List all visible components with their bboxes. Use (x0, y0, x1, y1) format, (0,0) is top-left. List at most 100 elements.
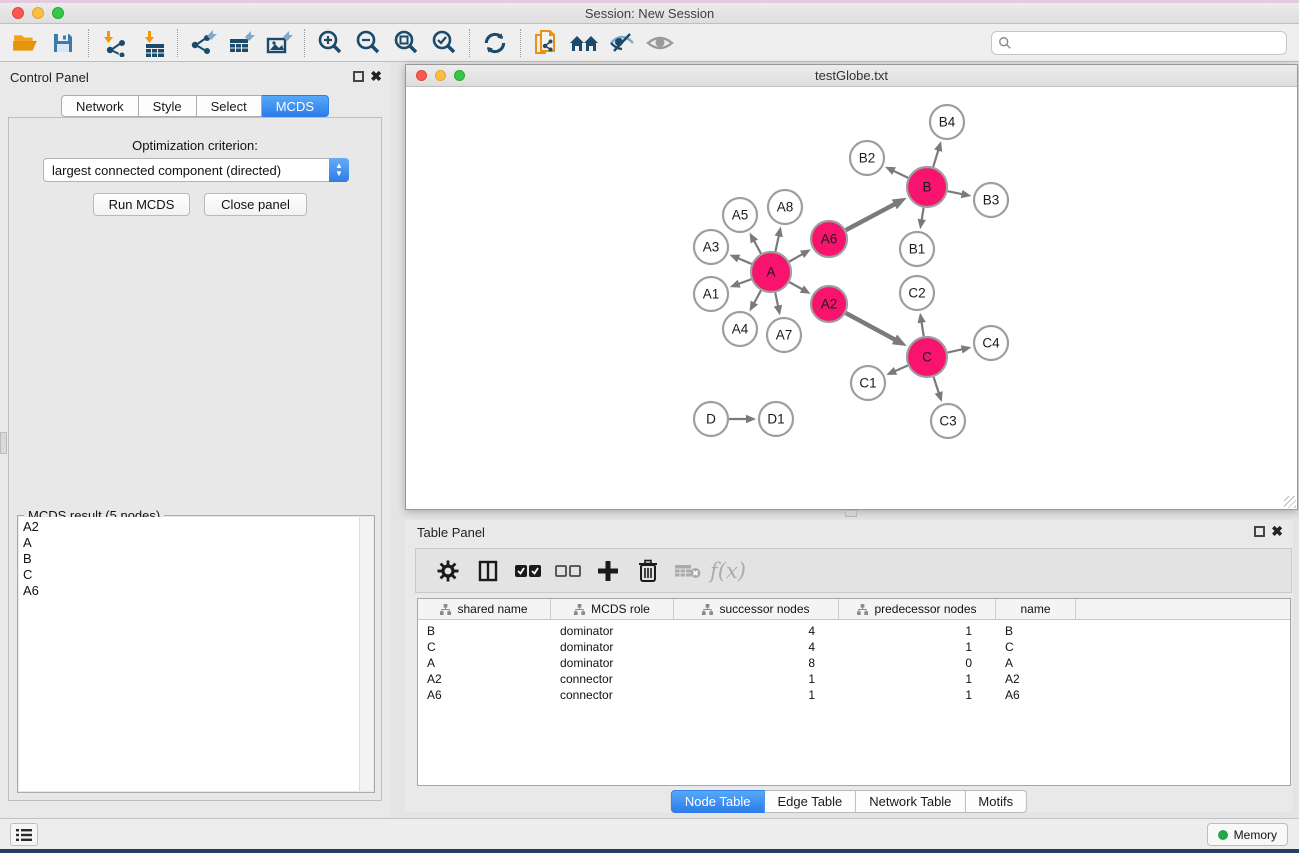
result-item[interactable]: C (23, 567, 361, 583)
show-panels-button[interactable] (641, 27, 679, 59)
task-history-button[interactable] (10, 823, 38, 846)
hierarchy-icon (702, 604, 713, 615)
table-settings-button[interactable] (428, 553, 468, 589)
refresh-button[interactable] (476, 27, 514, 59)
export-image-button[interactable] (260, 27, 298, 59)
add-column-button[interactable] (588, 553, 628, 589)
tab-mcds[interactable]: MCDS (262, 95, 329, 117)
tab-node-table[interactable]: Node Table (671, 790, 765, 813)
tab-network-table[interactable]: Network Table (856, 790, 965, 813)
close-panel-button[interactable]: Close panel (204, 193, 307, 216)
table-panel-tabs: Node Table Edge Table Network Table Moti… (671, 790, 1027, 813)
cell-predecessor-nodes: 1 (839, 688, 996, 702)
table-row[interactable]: A6 connector 1 1 A6 (418, 687, 1290, 703)
selected-option: largest connected component (directed) (44, 163, 329, 178)
table-row[interactable]: A dominator 8 0 A (418, 655, 1290, 671)
import-table-button[interactable] (133, 27, 171, 59)
run-mcds-button[interactable]: Run MCDS (93, 193, 190, 216)
close-panel-icon[interactable]: ✖ (1271, 523, 1283, 540)
export-table-button[interactable] (222, 27, 260, 59)
result-item[interactable]: A6 (23, 583, 361, 599)
result-item[interactable]: B (23, 551, 361, 567)
zoom-in-icon (316, 29, 344, 57)
graph-node-label: A2 (821, 297, 838, 312)
horizontal-splitter-handle[interactable] (845, 510, 857, 517)
graph-node-label: A7 (776, 328, 793, 343)
tab-network[interactable]: Network (61, 95, 139, 117)
network-window-titlebar[interactable]: testGlobe.txt (406, 65, 1297, 87)
tab-edge-table[interactable]: Edge Table (764, 790, 856, 813)
mcds-result-list[interactable]: A2 A B C A6 (19, 517, 361, 791)
cell-successor-nodes: 1 (674, 688, 839, 702)
tab-motifs[interactable]: Motifs (965, 790, 1027, 813)
column-header-mcds-role[interactable]: MCDS role (551, 599, 674, 619)
function-builder-button[interactable]: f(x) (708, 553, 748, 589)
clone-network-button[interactable] (527, 27, 565, 59)
delete-column-button[interactable] (628, 553, 668, 589)
arrowhead-icon (774, 305, 782, 316)
arrowhead-icon (730, 280, 741, 288)
optimization-criterion-select[interactable]: largest connected component (directed) ▲… (43, 158, 349, 182)
close-panel-icon[interactable]: ✖ (370, 68, 382, 85)
app-title: Session: New Session (0, 6, 1299, 21)
home-button[interactable] (565, 27, 603, 59)
open-session-button[interactable] (6, 27, 44, 59)
hide-panels-button[interactable] (603, 27, 641, 59)
tab-style[interactable]: Style (139, 95, 197, 117)
resize-grip-icon[interactable] (1284, 496, 1296, 508)
zoom-fit-button[interactable] (387, 27, 425, 59)
show-columns-button[interactable] (468, 553, 508, 589)
toolbar-separator (469, 29, 470, 57)
table-row[interactable]: A2 connector 1 1 A2 (418, 671, 1290, 687)
app-titlebar[interactable]: Session: New Session (0, 3, 1299, 24)
deselect-all-button[interactable] (548, 553, 588, 589)
zoom-out-button[interactable] (349, 27, 387, 59)
memory-button[interactable]: Memory (1207, 823, 1288, 846)
graph-node-label: A8 (777, 200, 794, 215)
gear-icon (436, 559, 460, 583)
column-header-shared-name[interactable]: shared name (418, 599, 551, 619)
tab-select[interactable]: Select (197, 95, 262, 117)
arrowhead-icon (961, 345, 972, 353)
delete-table-button[interactable] (668, 553, 708, 589)
import-network-icon (100, 29, 128, 57)
graph-node-label: C3 (939, 414, 956, 429)
arrowhead-icon (775, 227, 783, 238)
export-network-button[interactable] (184, 27, 222, 59)
network-canvas[interactable]: AA1A2A3A4A5A6A7A8BB1B2B3B4CC1C2C3C4DD1 (406, 88, 1297, 509)
toolbar-separator (177, 29, 178, 57)
result-scrollbar[interactable] (359, 517, 373, 791)
float-panel-icon[interactable] (353, 71, 364, 82)
zoom-selected-button[interactable] (425, 27, 463, 59)
toolbar-separator (88, 29, 89, 57)
table-panel: Table Panel ✖ (405, 520, 1293, 812)
column-label: MCDS role (591, 602, 650, 616)
save-session-button[interactable] (44, 27, 82, 59)
column-header-filler (1076, 599, 1290, 619)
import-table-icon (138, 29, 166, 57)
import-network-button[interactable] (95, 27, 133, 59)
trash-icon (637, 559, 659, 583)
zoom-in-button[interactable] (311, 27, 349, 59)
column-header-predecessor-nodes[interactable]: predecessor nodes (839, 599, 996, 619)
result-item[interactable]: A (23, 535, 361, 551)
float-panel-icon[interactable] (1254, 526, 1265, 537)
result-item[interactable]: A2 (23, 519, 361, 535)
panel-splitter-handle[interactable] (0, 432, 7, 454)
table-row[interactable]: B dominator 4 1 B (418, 623, 1290, 639)
arrowhead-icon (746, 415, 756, 423)
column-label: name (1020, 602, 1050, 616)
column-header-name[interactable]: name (996, 599, 1076, 619)
arrowhead-icon (961, 190, 972, 198)
column-header-successor-nodes[interactable]: successor nodes (674, 599, 839, 619)
graph-node-label: D (706, 412, 716, 427)
node-table[interactable]: shared name MCDS role successor nodes pr… (417, 598, 1291, 786)
graph-edge-A-A5 (753, 240, 761, 254)
table-row[interactable]: C dominator 4 1 C (418, 639, 1290, 655)
search-box[interactable] (991, 31, 1287, 55)
search-input[interactable] (1012, 36, 1280, 50)
graph-edge-A-A7 (775, 293, 778, 308)
select-all-button[interactable] (508, 553, 548, 589)
graph-node-label: C2 (908, 286, 925, 301)
cell-predecessor-nodes: 1 (839, 672, 996, 686)
